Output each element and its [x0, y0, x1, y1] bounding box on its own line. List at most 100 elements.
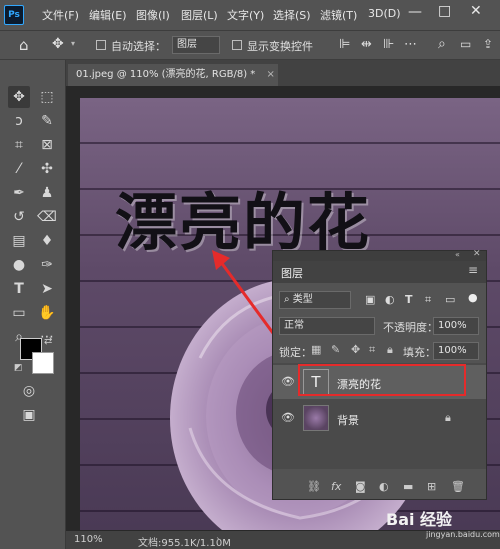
menu-file[interactable]: 文件(F)	[42, 7, 79, 23]
marquee-tool[interactable]: ⬚	[36, 86, 58, 108]
zoom-level[interactable]: 110%	[74, 534, 103, 545]
fill-field[interactable]: 100%	[433, 342, 479, 360]
new-group-icon[interactable]: ▬	[403, 480, 413, 493]
auto-select-value: 图层	[177, 39, 197, 50]
lock-position-icon[interactable]: ✥	[351, 343, 360, 356]
layer-highlight-box	[298, 364, 466, 396]
swap-colors-icon[interactable]: ⇄	[44, 336, 52, 347]
layer-lock-icon: 🔒︎	[445, 411, 451, 424]
stamp-tool[interactable]: ♟	[36, 182, 58, 204]
lock-label: 锁定：	[279, 346, 312, 359]
align-left-icon[interactable]: ⊫	[339, 37, 350, 52]
history-brush-tool[interactable]: ↺	[8, 206, 30, 228]
tool-preset-chevron-icon[interactable]: ▾	[71, 39, 75, 48]
layers-tab[interactable]: 图层	[281, 265, 303, 281]
auto-select-dropdown[interactable]: 图层	[172, 36, 220, 54]
menu-filter[interactable]: 滤镜(T)	[320, 7, 357, 23]
visibility-eye-icon[interactable]: 👁︎	[281, 412, 295, 423]
document-tab[interactable]: 01.jpeg @ 110% (漂亮的花, RGB/8) * ×	[68, 64, 278, 86]
hand-tool[interactable]: ✋	[36, 302, 58, 324]
lasso-tool[interactable]: ↄ	[8, 110, 30, 132]
visibility-eye-icon[interactable]: 👁︎	[281, 376, 295, 387]
background-color-swatch[interactable]	[32, 352, 54, 374]
minimize-icon[interactable]: —	[408, 4, 422, 20]
layer-filter-dropdown[interactable]: ⌕ 类型	[279, 291, 351, 309]
options-bar: ⌂ ✥ ▾ 自动选择： 图层 显示变换控件 ⊫ ⇹ ⊪ ⋯ ⌕ ▭ ⇪	[0, 30, 500, 60]
share-icon[interactable]: ⇪	[483, 37, 493, 51]
tools-panel: ✥ ⬚ ↄ ✎ ⌗ ⊠ ⁄ ✣ ✒ ♟ ↺ ⌫ ▤ ♦ ● ✑ T ➤ ▭ ✋ …	[0, 60, 66, 549]
rectangle-tool[interactable]: ▭	[8, 302, 30, 324]
fx-icon[interactable]: fx	[331, 480, 341, 493]
crop-tool[interactable]: ⌗	[8, 134, 30, 156]
path-select-tool[interactable]: ➤	[36, 278, 58, 300]
delete-layer-icon[interactable]: 🗑︎	[451, 480, 465, 493]
photoshop-logo: Ps	[4, 5, 24, 25]
adjustment-layer-icon[interactable]: ◐	[379, 480, 389, 493]
layer-row-background[interactable]: 👁︎ 背景 🔒︎	[273, 401, 486, 435]
pen-tool[interactable]: ✑	[36, 254, 58, 276]
status-menu-chevron-icon[interactable]: ›	[216, 534, 220, 545]
home-icon[interactable]: ⌂	[19, 36, 29, 54]
align-center-icon[interactable]: ⇹	[361, 37, 372, 52]
lock-artboard-icon[interactable]: ⌗	[369, 343, 375, 357]
search-icon[interactable]: ⌕	[438, 36, 446, 52]
blend-mode-dropdown[interactable]: 正常	[279, 317, 375, 335]
quick-select-tool[interactable]: ✎	[36, 110, 58, 132]
gradient-tool[interactable]: ▤	[8, 230, 30, 252]
menu-layer[interactable]: 图层(L)	[181, 7, 218, 23]
lock-transparent-icon[interactable]: ▦	[311, 343, 321, 356]
blur-tool[interactable]: ♦	[36, 230, 58, 252]
filter-shape-icon[interactable]: ⌗	[425, 293, 431, 307]
more-options-icon[interactable]: ⋯	[404, 37, 417, 52]
filter-type-icon[interactable]: T	[405, 293, 413, 306]
background-layer-thumbnail	[303, 405, 329, 431]
fill-label: 填充：	[403, 346, 436, 359]
show-transform-checkbox[interactable]	[232, 40, 242, 50]
eyedropper-tool[interactable]: ⁄	[8, 158, 30, 180]
brush-tool[interactable]: ✒	[8, 182, 30, 204]
menu-3d[interactable]: 3D(D)	[368, 7, 401, 20]
type-tool[interactable]: T	[8, 278, 30, 300]
align-right-icon[interactable]: ⊪	[383, 37, 394, 52]
fill-value: 100%	[438, 345, 467, 356]
dodge-tool[interactable]: ●	[8, 254, 30, 276]
layers-footer: ⛓ fx ◙ ◐ ▬ ⊞ 🗑︎	[273, 477, 486, 499]
close-tab-icon[interactable]: ×	[266, 69, 274, 80]
auto-select-checkbox[interactable]	[96, 40, 106, 50]
screen-mode-icon[interactable]: ▣	[18, 404, 40, 426]
collapse-panel-icon[interactable]: «	[455, 250, 460, 259]
filter-smart-object-icon[interactable]: ▭	[445, 293, 455, 306]
layers-tab-bar: 图层 ≡	[273, 261, 486, 283]
filter-adjustment-icon[interactable]: ◐	[385, 293, 395, 306]
add-mask-icon[interactable]: ◙	[355, 480, 366, 493]
move-tool-icon[interactable]: ✥	[52, 36, 64, 52]
workspace-icon[interactable]: ▭	[460, 37, 471, 51]
close-icon[interactable]: ✕	[470, 3, 482, 19]
quick-mask-icon[interactable]: ◎	[18, 380, 40, 402]
opacity-value: 100%	[438, 320, 467, 331]
baidu-watermark-url: jingyan.baidu.com	[426, 530, 500, 539]
maximize-icon[interactable]: □	[438, 3, 451, 19]
move-tool[interactable]: ✥	[8, 86, 30, 108]
menu-image[interactable]: 图像(I)	[136, 7, 170, 23]
healing-tool[interactable]: ✣	[36, 158, 58, 180]
layer-filter-value: 类型	[292, 294, 313, 305]
lock-pixels-icon[interactable]: ✎	[331, 343, 340, 356]
frame-tool[interactable]: ⊠	[36, 134, 58, 156]
menu-edit[interactable]: 编辑(E)	[89, 7, 127, 23]
menu-bar: Ps 文件(F) 编辑(E) 图像(I) 图层(L) 文字(Y) 选择(S) 滤…	[0, 0, 500, 30]
filter-pixel-icon[interactable]: ▣	[365, 293, 375, 306]
lock-all-icon[interactable]: 🔒︎	[387, 343, 393, 357]
document-tab-title: 01.jpeg @ 110% (漂亮的花, RGB/8) *	[76, 69, 256, 80]
filter-toggle-icon[interactable]: ●	[468, 291, 478, 304]
panel-menu-icon[interactable]: ≡	[468, 263, 478, 277]
menu-type[interactable]: 文字(Y)	[227, 7, 264, 23]
close-panel-icon[interactable]: ✕	[473, 249, 481, 259]
opacity-field[interactable]: 100%	[433, 317, 479, 335]
eraser-tool[interactable]: ⌫	[36, 206, 58, 228]
default-colors-icon[interactable]: ◩	[14, 363, 23, 373]
panel-header-strip: « ✕	[273, 249, 486, 261]
link-layers-icon[interactable]: ⛓	[307, 480, 321, 493]
new-layer-icon[interactable]: ⊞	[427, 480, 436, 493]
menu-select[interactable]: 选择(S)	[273, 7, 311, 23]
